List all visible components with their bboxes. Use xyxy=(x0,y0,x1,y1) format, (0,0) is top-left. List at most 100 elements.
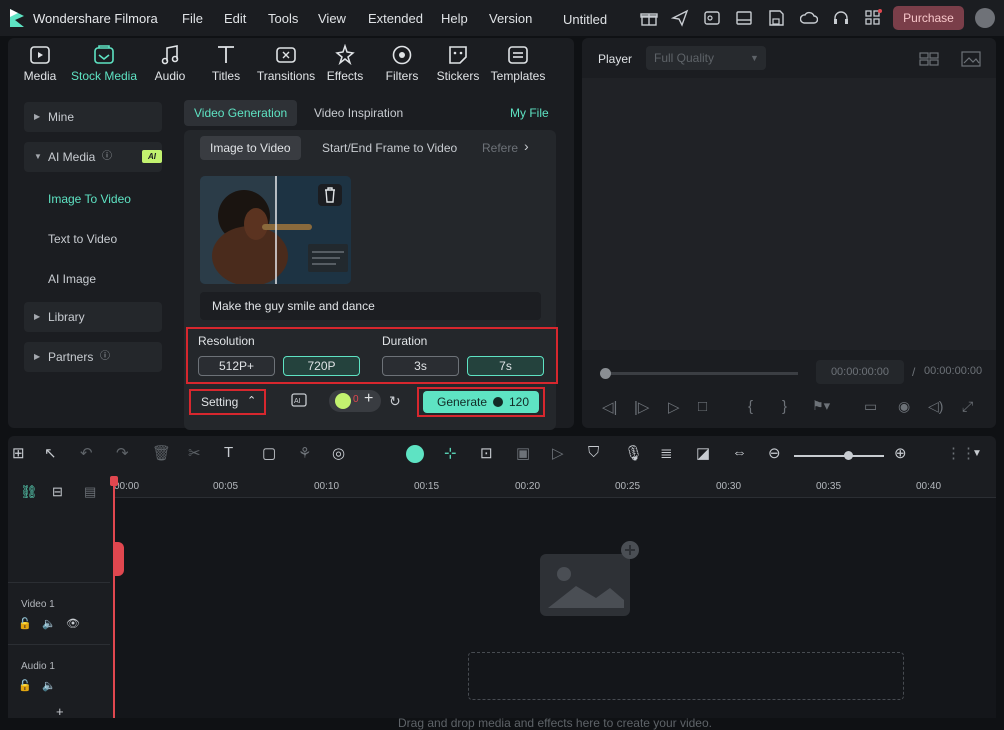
microphone-icon[interactable]: 🎙 xyxy=(624,444,644,464)
play-icon[interactable]: ▷ xyxy=(668,398,680,416)
sidebar-item-ai-image[interactable]: AI Image xyxy=(48,272,96,286)
refresh-icon[interactable]: ↻ xyxy=(389,393,401,410)
zoom-in-icon[interactable]: ⊕ xyxy=(894,444,914,464)
lock-icon[interactable]: 🔓 xyxy=(18,679,32,692)
sidebar-item-library[interactable]: ▶ Library xyxy=(24,302,162,332)
menu-help[interactable]: Help xyxy=(441,11,468,26)
prompt-input[interactable]: Make the guy smile and dance xyxy=(200,292,541,320)
tab-video-inspiration[interactable]: Video Inspiration xyxy=(304,100,413,126)
tab-filters[interactable]: Filters xyxy=(380,44,424,83)
grid-view-icon[interactable] xyxy=(918,50,940,68)
generate-button[interactable]: Generate 120 xyxy=(423,391,539,413)
next-frame-icon[interactable]: |▷ xyxy=(634,398,649,416)
menu-version[interactable]: Version xyxy=(489,11,532,26)
stop-icon[interactable]: □ xyxy=(698,398,707,415)
gift-icon[interactable] xyxy=(640,9,658,27)
subtab-reference[interactable]: Refere xyxy=(472,136,528,160)
auto-highlight-icon[interactable]: ▷ xyxy=(552,444,572,464)
replace-icon[interactable]: ⇔ xyxy=(732,444,752,464)
resolution-512p-option[interactable]: 512P+ xyxy=(198,356,275,376)
credits-toggle[interactable]: 0 + xyxy=(329,390,381,412)
tab-effects[interactable]: Effects xyxy=(322,44,368,83)
playhead-handle[interactable] xyxy=(114,542,124,576)
menu-file[interactable]: File xyxy=(182,11,203,26)
chevron-down-icon[interactable]: ▼ xyxy=(972,448,992,468)
volume-icon[interactable]: ◁) xyxy=(928,398,943,415)
ai-mate-icon[interactable] xyxy=(406,445,424,463)
playhead[interactable] xyxy=(113,478,115,718)
tab-stickers[interactable]: Stickers xyxy=(436,44,480,83)
snapshot-icon[interactable]: ◉ xyxy=(898,398,910,415)
mask-icon[interactable]: ◪ xyxy=(696,444,716,464)
tab-media[interactable]: Media xyxy=(18,44,62,83)
text-tool-icon[interactable]: T xyxy=(224,444,244,464)
crop-icon[interactable]: ▢ xyxy=(262,444,282,464)
speaker-icon[interactable]: 🔈 xyxy=(42,679,56,692)
fullscreen-icon[interactable]: ⤢ xyxy=(962,398,973,415)
zoom-out-icon[interactable]: ⊖ xyxy=(768,444,788,464)
drop-zone[interactable] xyxy=(468,652,904,700)
select-tool-icon[interactable]: ↖ xyxy=(44,444,64,464)
marker-icon[interactable]: ⚑▾ xyxy=(812,398,830,414)
layout-grid-icon[interactable]: ⊞ xyxy=(12,444,32,464)
prev-frame-icon[interactable]: ◁| xyxy=(602,398,617,416)
tab-titles[interactable]: Titles xyxy=(204,44,248,83)
tab-audio[interactable]: Audio xyxy=(148,44,192,83)
sidebar-item-image-to-video[interactable]: Image To Video xyxy=(48,192,131,206)
layout-icon[interactable] xyxy=(735,9,753,27)
display-icon[interactable]: ▭ xyxy=(864,398,877,415)
undo-icon[interactable]: ↶ xyxy=(80,444,100,464)
help-icon[interactable]: ⓘ xyxy=(102,142,112,172)
menu-view[interactable]: View xyxy=(318,11,346,26)
delete-icon[interactable]: 🗑 xyxy=(152,444,172,464)
lock-icon[interactable]: 🔓 xyxy=(18,617,32,630)
add-track-plus-icon[interactable]: + xyxy=(56,704,64,719)
headset-icon[interactable] xyxy=(832,9,850,27)
apps-grid-icon[interactable] xyxy=(864,9,882,27)
purchase-button[interactable]: Purchase xyxy=(893,6,964,30)
menu-tools[interactable]: Tools xyxy=(268,11,298,26)
tab-transitions[interactable]: Transitions xyxy=(254,44,318,83)
tab-video-generation[interactable]: Video Generation xyxy=(184,100,298,126)
zoom-slider-track[interactable] xyxy=(794,455,884,457)
zoom-slider-handle[interactable] xyxy=(844,451,853,460)
save-icon[interactable] xyxy=(767,9,785,27)
color-icon[interactable]: ⚘ xyxy=(298,444,318,464)
eye-icon[interactable]: 👁 xyxy=(66,617,80,630)
audio-sync-icon[interactable]: ⊡ xyxy=(480,444,500,464)
mark-out-icon[interactable]: } xyxy=(782,398,787,415)
ai-tool-icon[interactable]: ◎ xyxy=(332,444,352,464)
duration-7s-option[interactable]: 7s xyxy=(467,356,544,376)
image-view-icon[interactable] xyxy=(960,50,982,68)
sidebar-item-ai-media[interactable]: ▼ AI Media ⓘ AI xyxy=(24,142,162,172)
help-icon[interactable]: ⓘ xyxy=(100,342,110,372)
video-record-icon[interactable]: ▣ xyxy=(516,444,536,464)
cut-icon[interactable]: ✂ xyxy=(188,444,208,464)
chevron-right-icon[interactable]: › xyxy=(524,138,529,154)
shield-icon[interactable]: ⛉ xyxy=(588,444,608,464)
sidebar-item-text-to-video[interactable]: Text to Video xyxy=(48,232,117,246)
resolution-720p-option[interactable]: 720P xyxy=(283,356,360,376)
my-file-link[interactable]: My File xyxy=(500,100,559,126)
sidebar-item-mine[interactable]: ▶ Mine xyxy=(24,102,162,132)
redo-icon[interactable]: ↷ xyxy=(116,444,136,464)
snap-icon[interactable]: ⊹ xyxy=(444,444,464,464)
playhead-top[interactable] xyxy=(110,476,118,486)
ai-enhance-icon[interactable]: AI xyxy=(290,391,310,411)
setting-button[interactable]: Setting ⌃ xyxy=(189,389,266,415)
progress-track[interactable] xyxy=(604,372,798,375)
avatar[interactable] xyxy=(975,8,995,28)
mark-in-icon[interactable]: { xyxy=(748,398,753,415)
subtab-start-end-frame[interactable]: Start/End Frame to Video xyxy=(312,136,467,160)
more-options-icon[interactable]: ⋮⋮ xyxy=(946,444,976,464)
settings-panel-icon[interactable] xyxy=(703,9,721,27)
tab-templates[interactable]: Templates xyxy=(488,44,548,83)
duration-3s-option[interactable]: 3s xyxy=(382,356,459,376)
menu-edit[interactable]: Edit xyxy=(224,11,246,26)
menu-extended[interactable]: Extended xyxy=(368,11,423,26)
voiceover-icon[interactable]: ≣ xyxy=(660,444,680,464)
add-credits-icon[interactable]: + xyxy=(364,390,373,408)
quality-select[interactable]: Full Quality ▼ xyxy=(646,46,766,70)
progress-handle[interactable] xyxy=(600,368,611,379)
send-icon[interactable] xyxy=(671,9,689,27)
